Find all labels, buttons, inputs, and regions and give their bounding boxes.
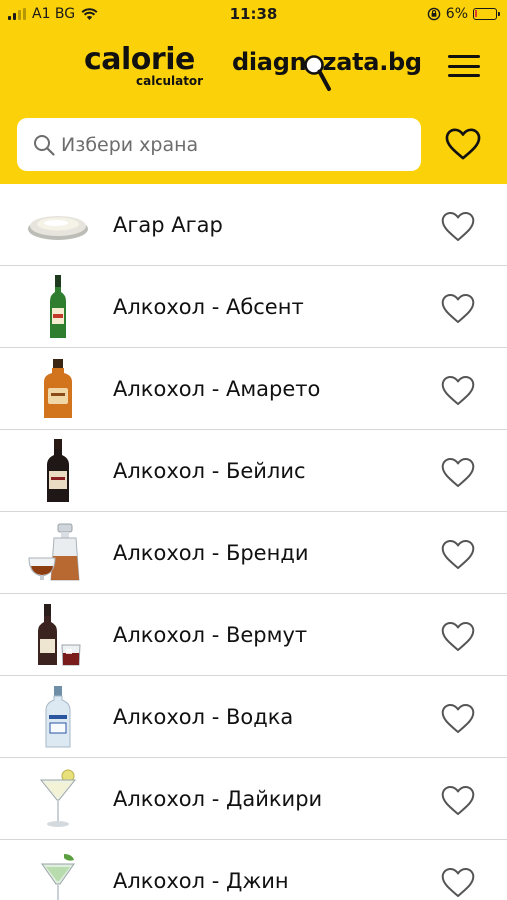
favorite-toggle[interactable] xyxy=(437,288,479,328)
food-row[interactable]: Агар Агар xyxy=(0,184,507,266)
status-right: 6% xyxy=(427,6,500,22)
food-name: Алкохол - Дайкири xyxy=(113,787,323,811)
heart-outline-icon xyxy=(441,211,475,241)
search-input[interactable] xyxy=(61,133,401,156)
food-row[interactable]: Алкохол - Абсент xyxy=(0,266,507,348)
daiquiri-image xyxy=(22,764,94,834)
absinthe-image xyxy=(22,272,94,342)
battery-icon xyxy=(473,8,500,20)
agar-image xyxy=(22,190,94,260)
battery-percent: 6% xyxy=(445,6,468,22)
favorite-toggle[interactable] xyxy=(437,452,479,492)
food-row[interactable]: Алкохол - Дайкири xyxy=(0,758,507,840)
favorite-toggle[interactable] xyxy=(437,780,479,820)
heart-outline-icon xyxy=(441,539,475,569)
heart-icon xyxy=(445,128,481,160)
food-list: Агар Агар Алкохол - Абсент Алкохол - Ама… xyxy=(0,184,507,900)
favorites-button[interactable] xyxy=(440,122,486,166)
favorite-toggle[interactable] xyxy=(437,206,479,246)
heart-outline-icon xyxy=(441,375,475,405)
menu-line xyxy=(448,64,480,68)
food-name: Алкохол - Бейлис xyxy=(113,459,306,483)
orientation-lock-icon xyxy=(427,7,441,21)
menu-line xyxy=(448,74,480,77)
amaretto-image xyxy=(22,354,94,424)
heart-outline-icon xyxy=(441,867,475,897)
food-row[interactable]: Алкохол - Водка xyxy=(0,676,507,758)
food-name: Агар Агар xyxy=(113,213,223,237)
food-row[interactable]: Алкохол - Джин xyxy=(0,840,507,900)
food-name: Алкохол - Вермут xyxy=(113,623,308,647)
search-icon xyxy=(31,132,57,158)
menu-button[interactable] xyxy=(444,52,484,80)
gin-image xyxy=(22,846,94,900)
favorite-toggle[interactable] xyxy=(437,698,479,738)
logo-calculator: calculator xyxy=(136,74,204,88)
favorite-toggle[interactable] xyxy=(437,862,479,900)
logo-calorie: calorie xyxy=(84,42,195,77)
status-bar: A1 BG 11:38 6% xyxy=(0,0,507,30)
search-box[interactable] xyxy=(17,118,421,171)
food-row[interactable]: Алкохол - Вермут xyxy=(0,594,507,676)
food-name: Алкохол - Бренди xyxy=(113,541,309,565)
calorie-calculator-logo[interactable]: calorie calculator xyxy=(84,42,203,89)
heart-outline-icon xyxy=(441,785,475,815)
food-name: Алкохол - Амарето xyxy=(113,377,321,401)
vodka-image xyxy=(22,682,94,752)
app-header: A1 BG 11:38 6% calorie calculator diagno… xyxy=(0,0,507,184)
food-name: Алкохол - Джин xyxy=(113,869,289,893)
vermouth-image xyxy=(22,600,94,670)
food-row[interactable]: Алкохол - Амарето xyxy=(0,348,507,430)
food-row[interactable]: Алкохол - Бренди xyxy=(0,512,507,594)
heart-outline-icon xyxy=(441,703,475,733)
menu-line xyxy=(448,55,480,58)
heart-outline-icon xyxy=(441,293,475,323)
brandy-image xyxy=(22,518,94,588)
heart-outline-icon xyxy=(441,621,475,651)
baileys-image xyxy=(22,436,94,506)
logo-magnifier-icon xyxy=(304,55,331,91)
food-name: Алкохол - Водка xyxy=(113,705,294,729)
favorite-toggle[interactable] xyxy=(437,534,479,574)
favorite-toggle[interactable] xyxy=(437,616,479,656)
food-row[interactable]: Алкохол - Бейлис xyxy=(0,430,507,512)
favorite-toggle[interactable] xyxy=(437,370,479,410)
heart-outline-icon xyxy=(441,457,475,487)
food-name: Алкохол - Абсент xyxy=(113,295,304,319)
